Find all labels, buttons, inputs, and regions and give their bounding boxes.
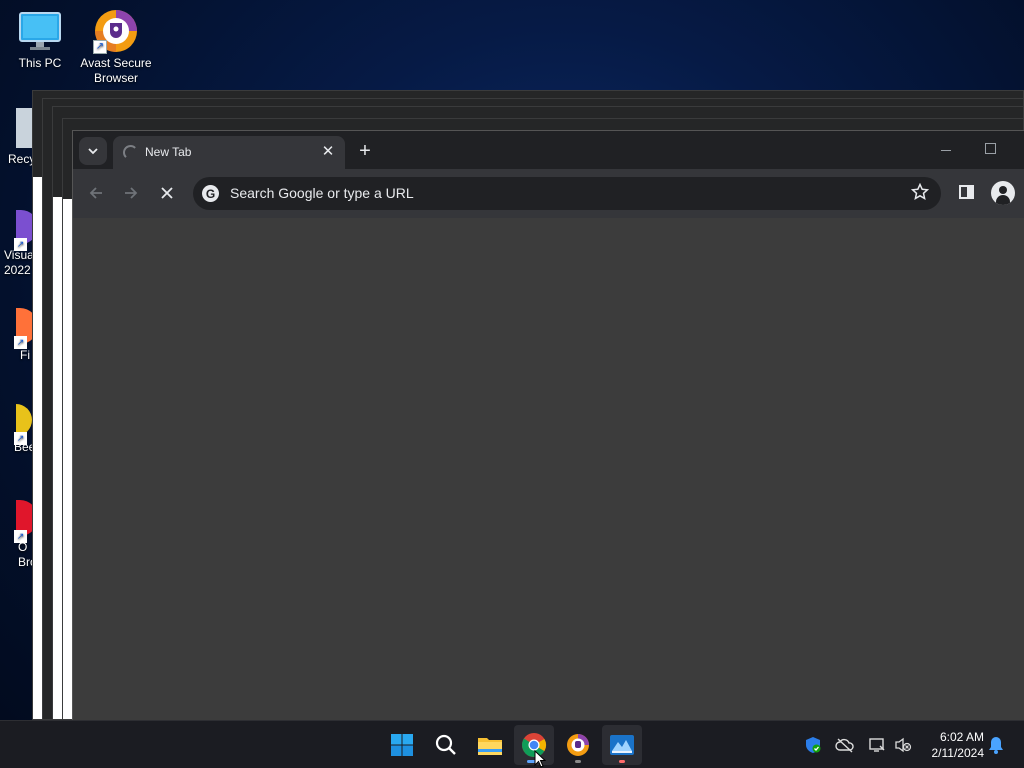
network-icon[interactable] — [867, 735, 887, 755]
running-app-indicator — [575, 760, 581, 763]
clock-time: 6:02 AM — [939, 730, 984, 744]
chevron-down-icon — [88, 148, 98, 155]
new-tab-button[interactable]: + — [353, 139, 377, 163]
taskbar-file-explorer[interactable] — [470, 725, 510, 765]
avast-browser-icon: ↗ — [93, 8, 139, 54]
back-button[interactable] — [84, 181, 108, 205]
taskbar-photos[interactable] — [602, 725, 642, 765]
desktop-icon-avast-secure-browser[interactable]: ↗ Avast Secure Browser — [76, 8, 156, 86]
system-clock[interactable]: 6:02 AM 2/11/2024 — [922, 729, 985, 761]
windows-security-icon[interactable] — [803, 735, 823, 755]
side-panel-button[interactable] — [959, 185, 974, 199]
arrow-right-icon — [125, 187, 138, 199]
tab-new-tab[interactable]: New Tab ✕ — [113, 136, 345, 169]
shortcut-arrow-icon: ↗ — [14, 238, 27, 251]
shortcut-arrow-icon: ↗ — [14, 336, 27, 349]
onedrive-offline-icon[interactable] — [835, 735, 855, 755]
forward-button[interactable] — [119, 181, 143, 205]
maximize-button[interactable] — [985, 143, 996, 154]
address-bar-placeholder: Search Google or type a URL — [230, 185, 414, 201]
arrow-left-icon — [89, 187, 102, 199]
tab-close-button[interactable]: ✕ — [319, 142, 337, 160]
browser-toolbar: G Search Google or type a URL — [73, 169, 1024, 218]
loading-spinner-icon — [123, 145, 138, 160]
desktop-icon-label: This PC — [18, 56, 62, 70]
minimize-button[interactable] — [937, 141, 955, 159]
volume-muted-icon[interactable] — [893, 735, 913, 755]
bookmark-star-button[interactable] — [910, 182, 930, 206]
mouse-cursor-icon — [534, 750, 546, 768]
monitor-icon — [17, 8, 63, 54]
clock-date: 2/11/2024 — [931, 746, 985, 760]
desktop-icon-this-pc[interactable]: This PC — [0, 8, 80, 71]
photos-icon — [610, 735, 634, 755]
shortcut-arrow-icon: ↗ — [93, 40, 107, 54]
notification-bell-icon[interactable] — [986, 735, 1006, 755]
taskbar-avast-secure-browser[interactable] — [558, 725, 598, 765]
desktop-icon-label: Avast Secure Browser — [80, 56, 152, 85]
close-icon — [161, 187, 173, 199]
desktop-icon-label: Visua 2022 — [4, 248, 34, 277]
windows-logo-icon — [391, 734, 413, 756]
taskbar-search-button[interactable] — [426, 725, 466, 765]
page-content — [73, 218, 1024, 720]
tab-title: New Tab — [145, 145, 192, 159]
google-icon: G — [202, 185, 219, 202]
folder-icon — [478, 738, 502, 755]
taskbar: 6:02 AM 2/11/2024 — [0, 720, 1024, 768]
address-bar[interactable]: G Search Google or type a URL — [193, 177, 941, 210]
avast-browser-icon — [567, 734, 589, 756]
tab-search-button[interactable] — [79, 137, 107, 165]
chrome-window: New Tab ✕ + G Search Google or type a UR… — [72, 130, 1024, 720]
search-icon — [435, 734, 456, 755]
start-button[interactable] — [382, 725, 422, 765]
profile-avatar-button[interactable] — [991, 181, 1015, 205]
stop-loading-button[interactable] — [155, 181, 179, 205]
star-icon — [910, 182, 930, 201]
title-bar: New Tab ✕ + — [73, 131, 1024, 169]
running-app-indicator — [619, 760, 625, 763]
shortcut-arrow-icon: ↗ — [14, 432, 27, 445]
shortcut-arrow-icon: ↗ — [14, 530, 27, 543]
